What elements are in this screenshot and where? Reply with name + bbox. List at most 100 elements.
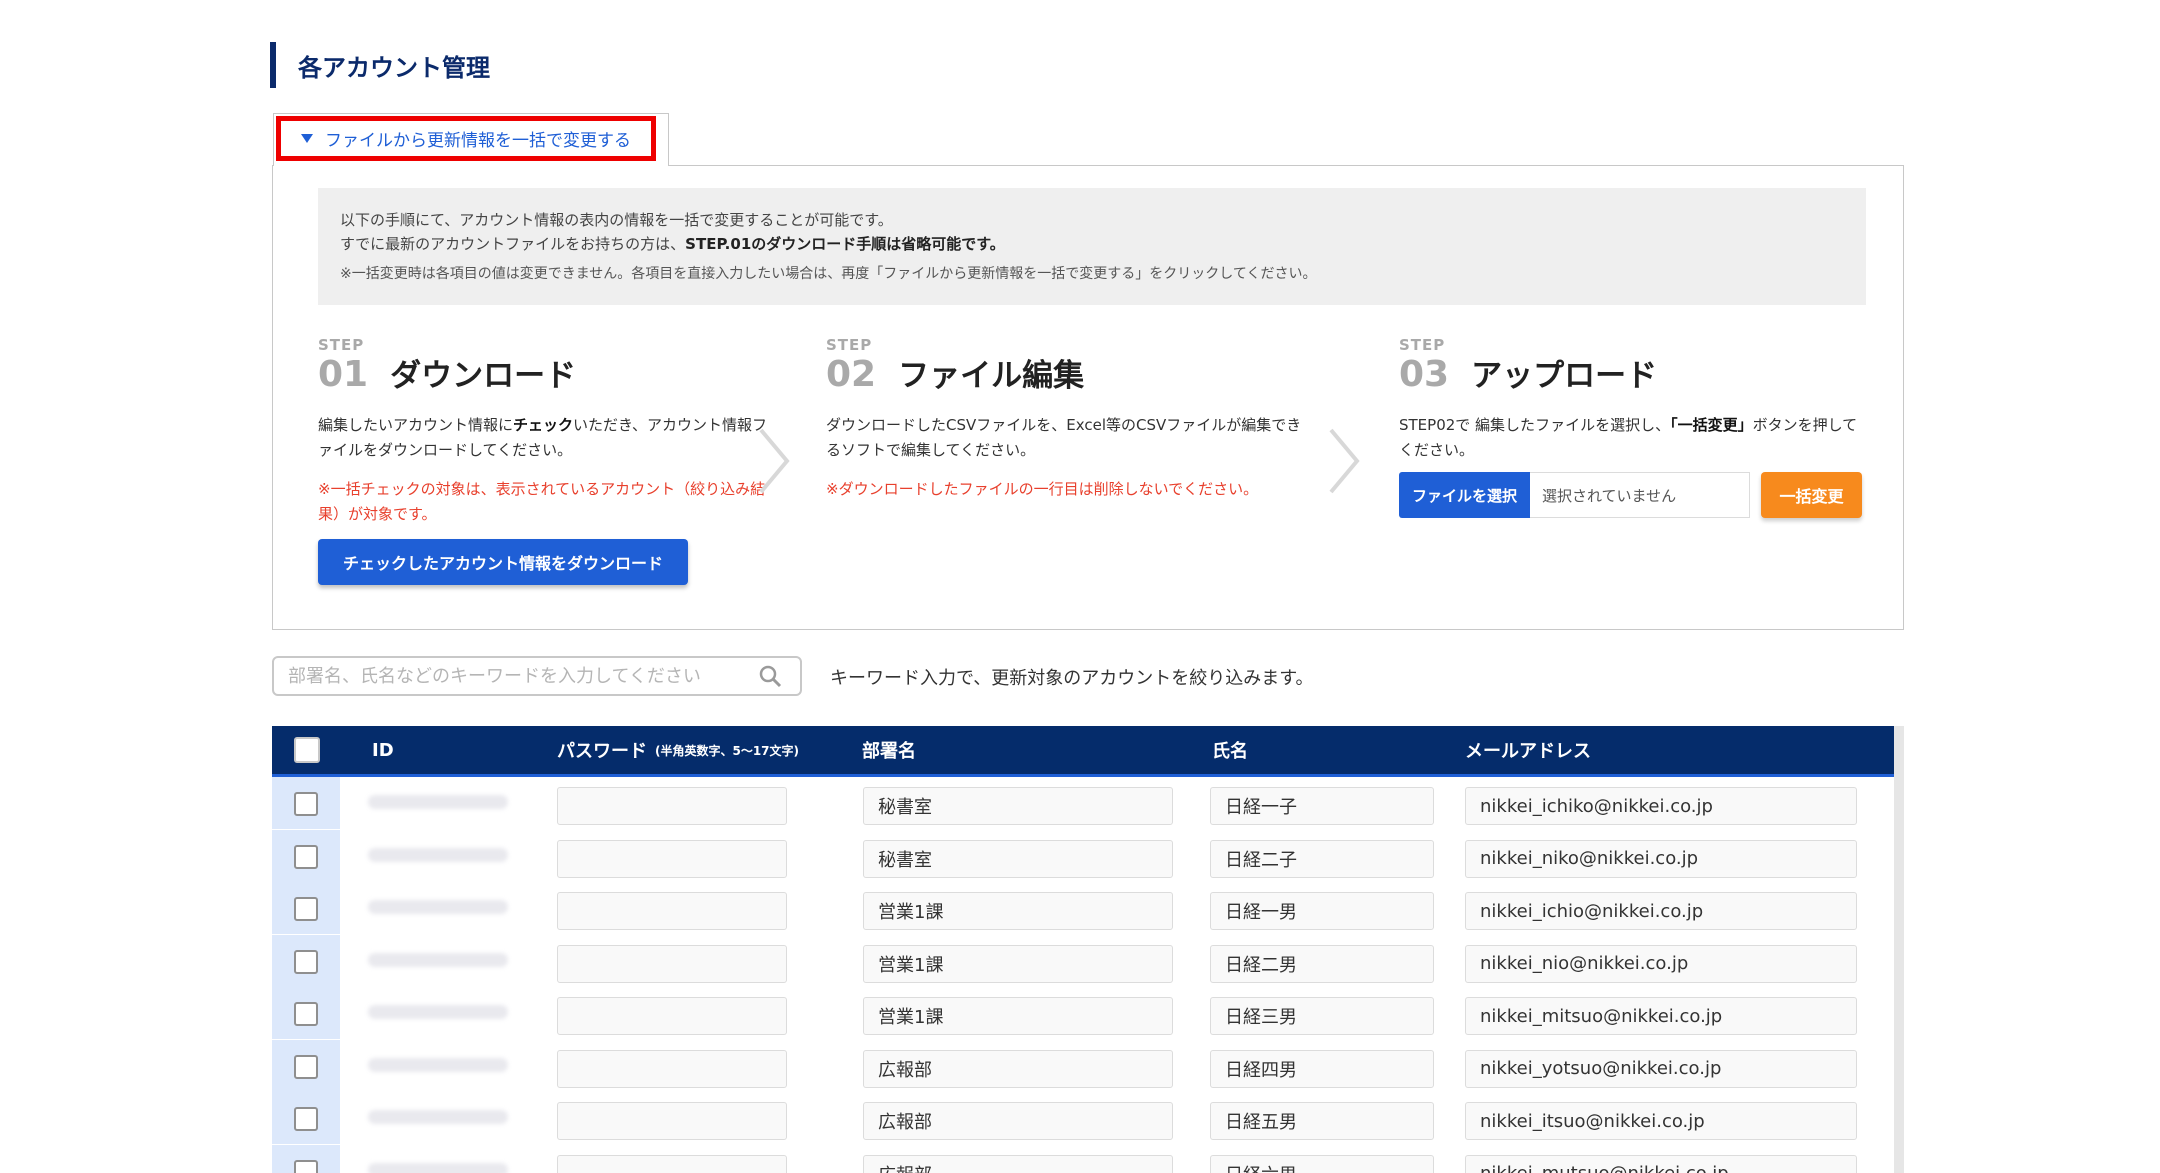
chevron-right-icon (759, 428, 790, 494)
password-field[interactable] (557, 892, 787, 930)
choose-file-button[interactable]: ファイルを選択 (1399, 472, 1530, 518)
name-field[interactable]: 日経三男 (1210, 997, 1434, 1035)
table-row: 広報部 日経六男 nikkei_mutsuo@nikkei.co.jp (272, 1144, 1894, 1173)
dept-field[interactable]: 広報部 (863, 1154, 1173, 1173)
name-field[interactable]: 日経一男 (1210, 892, 1434, 930)
dept-field[interactable]: 秘書室 (863, 839, 1173, 878)
row-checkbox-column (272, 987, 340, 1039)
row-checkbox[interactable] (294, 792, 318, 816)
step-description: 編集したいアカウント情報にチェックいただき、アカウント情報ファイルをダウンロード… (318, 416, 767, 459)
row-checkbox[interactable] (294, 1002, 318, 1026)
email-field[interactable]: nikkei_ichiko@nikkei.co.jp (1465, 787, 1857, 825)
name-field[interactable]: 日経五男 (1210, 1102, 1434, 1140)
password-field[interactable] (557, 1102, 787, 1140)
account-id-masked (368, 1162, 508, 1173)
notice-line-1: 以下の手順にて、アカウント情報の表内の情報を一括で変更することが可能です。 (340, 211, 893, 229)
chevron-right-icon (1329, 428, 1360, 494)
account-id-masked (368, 952, 508, 967)
step-01: STEP 01 ダウンロード 編集したいアカウント情報にチェックいただき、アカウ… (318, 336, 768, 527)
row-checkbox-column (272, 1039, 340, 1092)
table-row: 秘書室 日経二子 nikkei_niko@nikkei.co.jp (272, 829, 1894, 882)
row-checkbox[interactable] (294, 844, 318, 869)
name-field[interactable]: 日経六男 (1210, 1154, 1434, 1173)
table-scrollbar[interactable] (1894, 726, 1904, 1173)
password-field[interactable] (557, 944, 787, 983)
table-row: 広報部 日経五男 nikkei_itsuo@nikkei.co.jp (272, 1092, 1894, 1144)
table-row: 営業1課 日経三男 nikkei_mitsuo@nikkei.co.jp (272, 987, 1894, 1039)
page-title: 各アカウント管理 (298, 53, 490, 82)
email-field[interactable]: nikkei_mitsuo@nikkei.co.jp (1465, 997, 1857, 1035)
page-title-bar: 各アカウント管理 (270, 42, 490, 88)
row-checkbox[interactable] (294, 1107, 318, 1131)
bulk-update-button[interactable]: 一括変更 (1761, 472, 1862, 518)
instructions-notice: 以下の手順にて、アカウント情報の表内の情報を一括で変更することが可能です。 すで… (318, 188, 1866, 305)
upload-controls: ファイルを選択 選択されていません 一括変更 (1399, 472, 1862, 518)
dept-field[interactable]: 営業1課 (863, 892, 1173, 930)
row-checkbox-column (272, 777, 340, 829)
account-id-masked (368, 1110, 508, 1124)
search-icon[interactable] (758, 664, 782, 688)
bulk-update-toggle-label: ファイルから更新情報を一括で変更する (325, 131, 631, 151)
notice-line-3: ※一括変更時は各項目の値は変更できません。各項目を直接入力したい場合は、再度「フ… (340, 266, 1317, 282)
notice-line-2: すでに最新のアカウントファイルをお持ちの方は、STEP.01のダウンロード手順は… (340, 235, 1005, 253)
email-field[interactable]: nikkei_ichio@nikkei.co.jp (1465, 892, 1857, 930)
bulk-update-panel: 以下の手順にて、アカウント情報の表内の情報を一括で変更することが可能です。 すで… (272, 165, 1904, 630)
row-checkbox[interactable] (294, 1159, 318, 1173)
account-id-masked (368, 1057, 508, 1072)
dept-field[interactable]: 営業1課 (863, 944, 1173, 983)
table-row: 広報部 日経四男 nikkei_yotsuo@nikkei.co.jp (272, 1039, 1894, 1092)
email-field[interactable]: nikkei_nio@nikkei.co.jp (1465, 944, 1857, 983)
row-checkbox[interactable] (294, 949, 318, 974)
email-field[interactable]: nikkei_yotsuo@nikkei.co.jp (1465, 1049, 1857, 1088)
dept-field[interactable]: 広報部 (863, 1049, 1173, 1088)
password-field[interactable] (557, 1154, 787, 1173)
row-checkbox[interactable] (294, 1054, 318, 1079)
row-checkbox-column (272, 934, 340, 987)
row-checkbox-column (272, 829, 340, 882)
password-field[interactable] (557, 839, 787, 878)
dept-field[interactable]: 営業1課 (863, 997, 1173, 1035)
select-all-checkbox[interactable] (294, 737, 320, 763)
dept-field[interactable]: 秘書室 (863, 787, 1173, 825)
step-title: ダウンロード (390, 358, 577, 394)
name-field[interactable]: 日経二子 (1210, 839, 1434, 878)
name-field[interactable]: 日経一子 (1210, 787, 1434, 825)
name-field[interactable]: 日経二男 (1210, 944, 1434, 983)
search-box (272, 656, 802, 696)
column-header-dept: 部署名 (862, 741, 916, 762)
step-description: STEP02で 編集したファイルを選択し、「一括変更」ボタンを押してください。 (1399, 416, 1858, 459)
step-number: 01 (318, 354, 369, 395)
search-input[interactable] (288, 665, 758, 687)
row-checkbox[interactable] (294, 897, 318, 921)
download-checked-button[interactable]: チェックしたアカウント情報をダウンロード (318, 539, 688, 585)
table-row: 秘書室 日経一子 nikkei_ichiko@nikkei.co.jp (272, 777, 1894, 829)
caret-down-icon (301, 134, 313, 143)
row-checkbox-column (272, 1092, 340, 1144)
account-id-masked (368, 847, 508, 862)
account-id-masked (368, 900, 508, 914)
password-field[interactable] (557, 997, 787, 1035)
file-status: 選択されていません (1530, 472, 1750, 518)
step-description: ダウンロードしたCSVファイルを、Excel等のCSVファイルが編集できるソフト… (826, 416, 1302, 459)
step-title: ファイル編集 (898, 358, 1085, 394)
password-field[interactable] (557, 1049, 787, 1088)
email-field[interactable]: nikkei_itsuo@nikkei.co.jp (1465, 1102, 1857, 1140)
dept-field[interactable]: 広報部 (863, 1102, 1173, 1140)
email-field[interactable]: nikkei_niko@nikkei.co.jp (1465, 839, 1857, 878)
account-id-masked (368, 795, 508, 809)
column-header-email: メールアドレス (1465, 741, 1591, 762)
search-hint: キーワード入力で、更新対象のアカウントを絞り込みます。 (830, 668, 1314, 689)
row-checkbox-column (272, 882, 340, 934)
email-field[interactable]: nikkei_mutsuo@nikkei.co.jp (1465, 1154, 1857, 1173)
column-header-password: パスワード (半角英数字、5～17文字) (557, 741, 800, 762)
password-field[interactable] (557, 787, 787, 825)
table-row: 営業1課 日経一男 nikkei_ichio@nikkei.co.jp (272, 882, 1894, 934)
name-field[interactable]: 日経四男 (1210, 1049, 1434, 1088)
step-title: アップロード (1471, 358, 1658, 394)
column-header-name: 氏名 (1212, 741, 1248, 762)
table-row: 営業1課 日経二男 nikkei_nio@nikkei.co.jp (272, 934, 1894, 987)
step-02: STEP 02 ファイル編集 ダウンロードしたCSVファイルを、Excel等のC… (826, 336, 1306, 502)
step-number: 02 (826, 354, 877, 395)
bulk-update-toggle[interactable]: ファイルから更新情報を一括で変更する (276, 116, 656, 161)
step-03: STEP 03 アップロード STEP02で 編集したファイルを選択し、「一括変… (1399, 336, 1869, 463)
